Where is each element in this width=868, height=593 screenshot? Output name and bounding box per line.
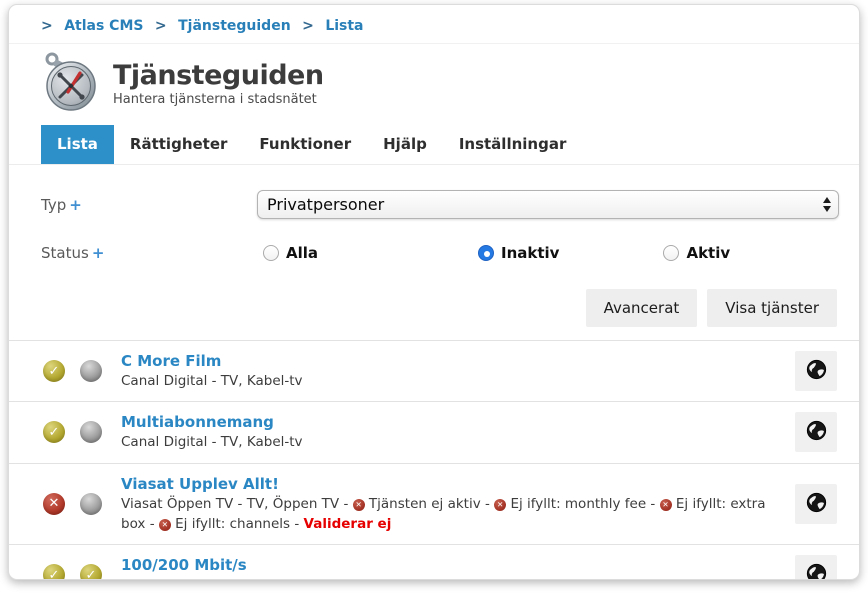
- status-neutral-icon: [80, 421, 102, 443]
- globe-button[interactable]: [795, 555, 837, 580]
- tab-hjalp[interactable]: Hjälp: [367, 125, 443, 164]
- show-services-button[interactable]: Visa tjänster: [707, 289, 837, 327]
- tab-bar: Lista Rättigheter Funktioner Hjälp Instä…: [9, 125, 859, 165]
- service-link[interactable]: 100/200 Mbit/s: [121, 556, 247, 574]
- service-description: Viasat Öppen TV - TV, Öppen TV - ✕ Tjäns…: [121, 494, 795, 535]
- status-expand-icon[interactable]: +: [92, 244, 105, 262]
- status-label: Status+: [41, 244, 257, 262]
- page-subtitle: Hantera tjänsterna i stadsnätet: [113, 92, 324, 107]
- service-row: ✓✓ 100/200 Mbit/s Demoleverantör - Inter…: [9, 545, 859, 580]
- globe-icon: [806, 359, 827, 383]
- row-content: Multiabonnemang Canal Digital - TV, Kabe…: [121, 412, 795, 452]
- row-content: C More Film Canal Digital - TV, Kabel-tv: [121, 351, 795, 391]
- breadcrumb: > Atlas CMS > Tjänsteguiden > Lista: [9, 5, 859, 44]
- tab-funktioner[interactable]: Funktioner: [243, 125, 367, 164]
- row-status-icons: ✕: [43, 493, 121, 515]
- app-title-block: Tjänsteguiden Hantera tjänsterna i stads…: [113, 60, 324, 107]
- status-ok-icon: ✓: [80, 564, 102, 580]
- typ-filter-row: Typ+ Privatpersoner: [9, 190, 859, 219]
- typ-label: Typ+: [41, 196, 257, 214]
- action-bar: Avancerat Visa tjänster: [9, 289, 859, 327]
- globe-icon: [806, 563, 827, 580]
- breadcrumb-link-lista[interactable]: Lista: [325, 18, 363, 34]
- service-link[interactable]: C More Film: [121, 352, 221, 370]
- tab-lista[interactable]: Lista: [41, 125, 114, 164]
- status-ok-icon: ✓: [43, 421, 65, 443]
- tab-installningar[interactable]: Inställningar: [443, 125, 583, 164]
- globe-button[interactable]: [795, 351, 837, 391]
- service-description: Demoleverantör - Internet, Via fiber: [121, 575, 795, 580]
- service-link[interactable]: Multiabonnemang: [121, 413, 274, 431]
- status-neutral-icon: [80, 360, 102, 382]
- error-mini-icon: ✕: [660, 499, 672, 511]
- service-row: ✓ C More Film Canal Digital - TV, Kabel-…: [9, 341, 859, 402]
- compass-logo-icon: [41, 51, 98, 116]
- radio-alla[interactable]: Alla: [263, 244, 318, 262]
- globe-icon: [806, 420, 827, 444]
- status-error-icon: ✕: [43, 493, 65, 515]
- radio-circle-icon: [263, 245, 279, 261]
- radio-circle-icon: [478, 245, 494, 261]
- app-header: Tjänsteguiden Hantera tjänsterna i stads…: [9, 44, 859, 121]
- breadcrumb-separator: >: [302, 18, 314, 34]
- tab-rattigheter[interactable]: Rättigheter: [114, 125, 244, 164]
- status-neutral-icon: [80, 493, 102, 515]
- service-row: ✓ Multiabonnemang Canal Digital - TV, Ka…: [9, 402, 859, 463]
- breadcrumb-separator: >: [41, 18, 53, 34]
- breadcrumb-link-tjansteguiden[interactable]: Tjänsteguiden: [178, 18, 291, 34]
- breadcrumb-link-atlas-cms[interactable]: Atlas CMS: [64, 18, 143, 34]
- globe-button[interactable]: [795, 484, 837, 524]
- error-mini-icon: ✕: [159, 519, 171, 531]
- globe-button[interactable]: [795, 412, 837, 452]
- row-content: 100/200 Mbit/s Demoleverantör - Internet…: [121, 555, 795, 580]
- status-radio-group: Alla Inaktiv Aktiv: [257, 244, 839, 262]
- status-filter-row: Status+ Alla Inaktiv Aktiv: [9, 244, 859, 262]
- error-mini-icon: ✕: [353, 499, 365, 511]
- service-link[interactable]: Viasat Upplev Allt!: [121, 475, 279, 493]
- typ-expand-icon[interactable]: +: [69, 196, 82, 214]
- status-ok-icon: ✓: [43, 564, 65, 580]
- row-content: Viasat Upplev Allt! Viasat Öppen TV - TV…: [121, 474, 795, 535]
- row-status-icons: ✓: [43, 421, 121, 443]
- globe-icon: [806, 492, 827, 516]
- typ-select-value: Privatpersoner: [267, 195, 384, 214]
- typ-select[interactable]: Privatpersoner: [257, 190, 839, 219]
- row-status-icons: ✓: [43, 360, 121, 382]
- row-status-icons: ✓✓: [43, 564, 121, 580]
- service-row: ✕ Viasat Upplev Allt! Viasat Öppen TV - …: [9, 464, 859, 546]
- radio-inaktiv[interactable]: Inaktiv: [478, 244, 559, 262]
- error-mini-icon: ✕: [494, 499, 506, 511]
- advanced-button[interactable]: Avancerat: [586, 289, 698, 327]
- breadcrumb-separator: >: [155, 18, 167, 34]
- main-panel: > Atlas CMS > Tjänsteguiden > Lista: [8, 4, 860, 580]
- service-description: Canal Digital - TV, Kabel-tv: [121, 371, 795, 391]
- page-title: Tjänsteguiden: [113, 60, 324, 91]
- service-list: ✓ C More Film Canal Digital - TV, Kabel-…: [9, 340, 859, 580]
- status-ok-icon: ✓: [43, 360, 65, 382]
- radio-circle-icon: [663, 245, 679, 261]
- select-stepper-icon: [823, 197, 831, 212]
- service-description: Canal Digital - TV, Kabel-tv: [121, 432, 795, 452]
- radio-aktiv[interactable]: Aktiv: [663, 244, 730, 262]
